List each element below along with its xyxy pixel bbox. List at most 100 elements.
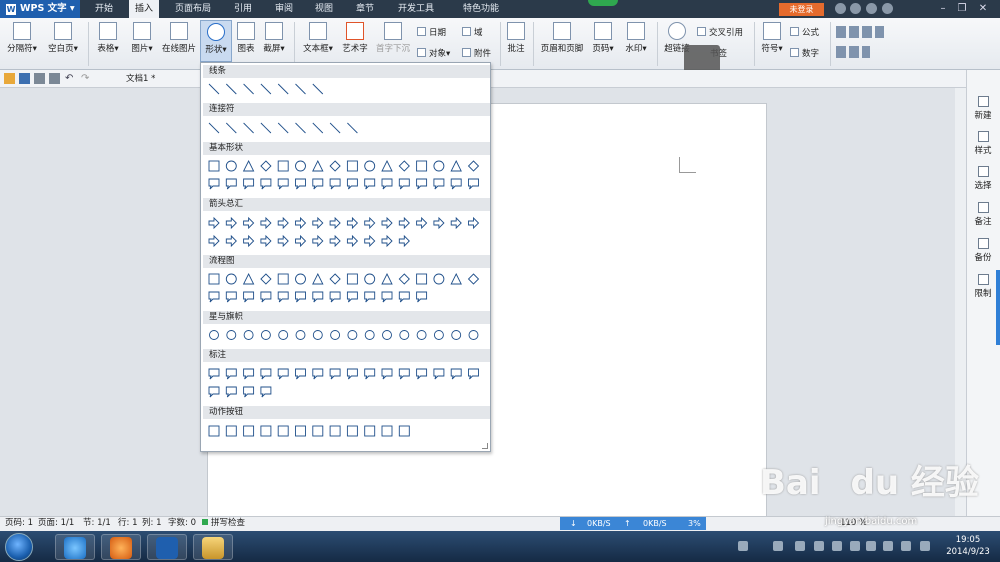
volume-icon[interactable] <box>920 541 930 551</box>
attachment-button[interactable]: 附件 <box>462 47 491 59</box>
r3-shape-14[interactable] <box>450 178 462 190</box>
resize-grip[interactable] <box>482 443 488 449</box>
tab-review[interactable]: 审阅 <box>269 0 299 18</box>
page-number-button[interactable]: 页码▾ <box>588 20 618 54</box>
r3-shape-3[interactable] <box>260 178 272 190</box>
r5-shape-7[interactable] <box>329 234 341 248</box>
r8-shape-5[interactable] <box>295 330 306 340</box>
r4-shape-1[interactable] <box>225 216 237 230</box>
shirt-icon[interactable] <box>866 3 877 14</box>
r9-shape-15[interactable] <box>468 368 479 380</box>
taskbar-wps[interactable] <box>147 534 187 560</box>
symbol-button[interactable]: 符号▾ <box>758 20 786 54</box>
r3-shape-2[interactable] <box>243 178 255 190</box>
r5-shape-11[interactable] <box>398 234 410 248</box>
open-icon[interactable] <box>4 73 15 84</box>
pane-backup[interactable]: 备份 <box>966 238 1000 263</box>
r4-shape-10[interactable] <box>381 216 393 230</box>
r11-shape-1[interactable] <box>225 425 237 437</box>
r9-shape-1[interactable] <box>225 368 237 380</box>
r3-shape-5[interactable] <box>295 178 306 190</box>
r9-shape-8[interactable] <box>346 368 358 380</box>
r1-shape-0[interactable] <box>208 122 220 134</box>
r4-shape-13[interactable] <box>433 216 445 230</box>
shape-row-basic-2[interactable] <box>205 177 489 191</box>
r9-shape-9[interactable] <box>364 368 376 380</box>
r6-shape-4[interactable] <box>277 273 289 285</box>
table-button[interactable]: 表格▾ <box>93 20 123 54</box>
r3-shape-0[interactable] <box>208 178 220 190</box>
r9-shape-5[interactable] <box>295 368 306 380</box>
r4-shape-3[interactable] <box>260 216 272 230</box>
r8-shape-2[interactable] <box>243 330 254 340</box>
r2-shape-1[interactable] <box>225 160 237 172</box>
r7-shape-5[interactable] <box>295 291 306 303</box>
r6-shape-9[interactable] <box>364 273 376 285</box>
r7-shape-0[interactable] <box>208 291 220 303</box>
r6-shape-15[interactable] <box>467 273 480 285</box>
screenshot-button[interactable]: 截屏▾ <box>260 20 288 54</box>
form-controls-icon[interactable] <box>836 26 884 38</box>
document-tab[interactable]: 文档1 * <box>112 72 155 87</box>
r4-shape-6[interactable] <box>312 216 324 230</box>
pane-styles[interactable]: 样式 <box>966 131 1000 156</box>
r0-shape-4[interactable] <box>277 83 289 95</box>
r2-shape-3[interactable] <box>260 160 272 172</box>
r5-shape-5[interactable] <box>295 234 307 248</box>
number-button[interactable]: 数字 <box>790 47 819 59</box>
r5-shape-3[interactable] <box>260 234 272 248</box>
pane-restrict[interactable]: 限制 <box>966 274 1000 299</box>
feedback-icon[interactable] <box>850 3 861 14</box>
r2-shape-10[interactable] <box>381 159 393 172</box>
r6-shape-7[interactable] <box>329 273 341 285</box>
r8-shape-0[interactable] <box>209 330 219 340</box>
r7-shape-8[interactable] <box>346 291 358 303</box>
check-icon[interactable] <box>883 541 893 551</box>
r9-shape-10[interactable] <box>381 368 393 380</box>
r8-shape-15[interactable] <box>468 330 479 340</box>
r4-shape-9[interactable] <box>364 216 376 230</box>
r5-shape-4[interactable] <box>277 234 289 248</box>
r1-shape-6[interactable] <box>312 122 324 134</box>
r1-shape-8[interactable] <box>347 122 358 134</box>
r5-shape-0[interactable] <box>208 234 220 248</box>
r8-shape-12[interactable] <box>416 330 427 340</box>
r4-shape-2[interactable] <box>243 216 255 230</box>
r5-shape-2[interactable] <box>243 234 255 248</box>
r9-shape-7[interactable] <box>329 368 341 380</box>
r10-shape-2[interactable] <box>243 386 255 398</box>
shape-row-flow-1[interactable] <box>205 272 489 286</box>
watermark-button[interactable]: 水印▾ <box>621 20 651 54</box>
restore-button[interactable]: ❐ <box>953 2 971 15</box>
r2-shape-15[interactable] <box>467 160 480 172</box>
r4-shape-12[interactable] <box>416 216 428 230</box>
r8-shape-6[interactable] <box>312 330 323 340</box>
r6-shape-12[interactable] <box>416 273 428 285</box>
preview-icon[interactable] <box>49 73 60 84</box>
field-button[interactable]: 域 <box>462 26 483 38</box>
signal-icon[interactable] <box>832 541 842 551</box>
shape-row-lines[interactable] <box>205 82 489 96</box>
r0-shape-2[interactable] <box>243 83 254 95</box>
pane-new[interactable]: 新建 <box>966 96 1000 121</box>
r7-shape-3[interactable] <box>260 291 272 303</box>
r11-shape-9[interactable] <box>364 425 376 437</box>
pane-collapse-handle[interactable] <box>996 270 1000 345</box>
r8-shape-1[interactable] <box>226 330 237 340</box>
print-icon[interactable] <box>34 73 45 84</box>
r9-shape-0[interactable] <box>208 368 220 380</box>
r2-shape-5[interactable] <box>295 160 306 172</box>
r4-shape-15[interactable] <box>468 216 480 230</box>
tab-special[interactable]: 特色功能 <box>457 0 505 18</box>
r9-shape-3[interactable] <box>260 368 272 380</box>
wifi-icon[interactable] <box>738 541 748 551</box>
blank-page-button[interactable]: 空白页▾ <box>45 20 81 54</box>
r6-shape-3[interactable] <box>260 273 272 285</box>
r6-shape-11[interactable] <box>398 273 410 285</box>
r8-shape-11[interactable] <box>399 330 410 340</box>
tray-app-icon[interactable] <box>795 541 805 551</box>
shape-row-flow-2[interactable] <box>205 290 489 304</box>
r3-shape-9[interactable] <box>364 178 376 190</box>
r8-shape-8[interactable] <box>347 330 358 340</box>
r2-shape-14[interactable] <box>450 159 462 172</box>
